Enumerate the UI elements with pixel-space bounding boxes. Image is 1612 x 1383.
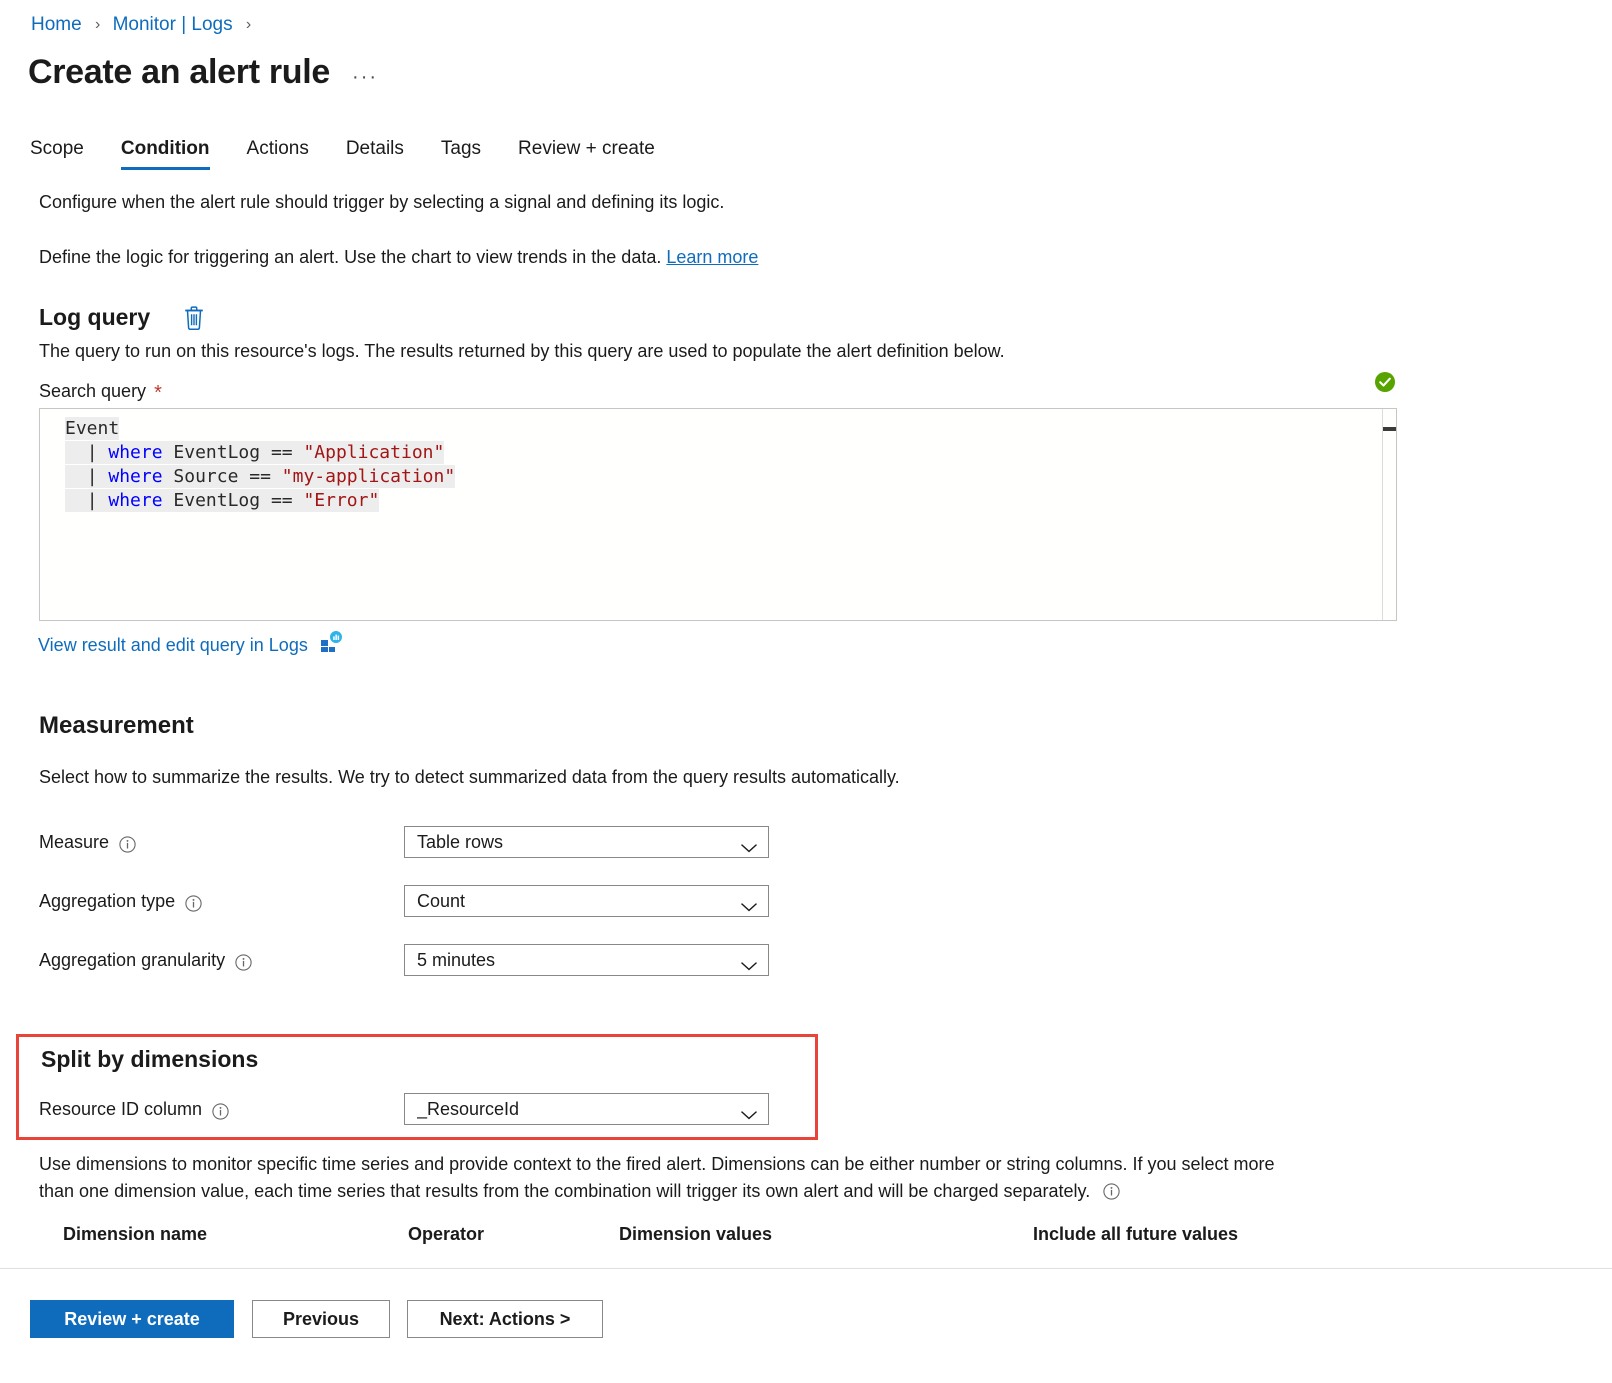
resource-id-column-label: Resource ID column [39,1099,203,1119]
tab-actions[interactable]: Actions [247,138,309,170]
resource-id-column-value: _ResourceId [417,1099,520,1119]
info-icon[interactable] [185,894,202,912]
tab-details[interactable]: Details [346,138,404,170]
code-line-content: | where EventLog == "Error" [65,489,380,512]
column-header-dimension-values: Dimension values [619,1224,773,1244]
intro-text-2-prefix: Define the logic for triggering an alert… [39,247,667,267]
page-content: Home › Monitor | Logs › Create an alert … [0,0,1612,1268]
code-line-3: | where Source == "my-application" [40,465,1396,489]
more-options-button[interactable]: ··· [352,67,378,87]
search-query-editor[interactable]: Event | where EventLog == "Application" … [39,408,1397,621]
tab-scope[interactable]: Scope [30,138,84,170]
aggregation-type-label-wrap: Aggregation type [39,889,404,913]
logs-analytics-icon [320,631,342,653]
editor-collapse-handle[interactable] [1383,427,1396,431]
breadcrumb-separator-icon: › [94,16,101,33]
breadcrumb-separator-icon-2: › [245,16,252,33]
measurement-description: Select how to summarize the results. We … [39,767,900,787]
aggregation-granularity-dropdown[interactable]: 5 minutes [404,944,769,976]
column-header-include-all-future: Include all future values [1033,1224,1239,1244]
aggregation-type-label: Aggregation type [39,891,176,911]
dimensions-description-line1: Use dimensions to monitor specific time … [39,1154,1275,1174]
aggregation-type-value: Count [417,891,466,911]
learn-more-link[interactable]: Learn more [666,247,758,267]
column-header-operator: Operator [408,1224,485,1244]
breadcrumb: Home › Monitor | Logs › [31,12,258,39]
green-check-icon [1375,372,1395,392]
code-line-2: | where EventLog == "Application" [40,441,1396,465]
previous-button[interactable]: Previous [252,1300,390,1338]
intro-text-1: Configure when the alert rule should tri… [39,192,725,212]
dimensions-table-header: Dimension name Operator Dimension values… [39,1222,1379,1256]
dimensions-description-line2-text: than one dimension value, each time seri… [39,1181,1091,1201]
breadcrumb-item-monitor-logs[interactable]: Monitor | Logs [113,14,233,35]
resource-id-column-dropdown[interactable]: _ResourceId [404,1093,769,1125]
info-icon[interactable] [119,835,136,853]
review-create-button[interactable]: Review + create [30,1300,234,1338]
aggregation-granularity-label: Aggregation granularity [39,950,226,970]
split-by-dimensions-heading: Split by dimensions [41,1046,259,1072]
measurement-heading: Measurement [39,712,194,739]
info-icon[interactable] [235,953,252,971]
chevron-down-icon [740,955,758,971]
aggregation-type-dropdown[interactable]: Count [404,885,769,917]
tab-condition[interactable]: Condition [120,138,210,170]
info-icon[interactable] [212,1102,229,1120]
measure-label: Measure [39,832,110,852]
page-title: Create an alert rule [28,53,331,91]
log-query-description: The query to run on this resource's logs… [39,341,1005,361]
tab-review-create[interactable]: Review + create [518,138,655,170]
search-query-label-row: Search query * [39,379,162,404]
aggregation-granularity-row: Aggregation granularity 5 minutes [39,944,1379,976]
code-line-4: | where EventLog == "Error" [40,489,1396,513]
required-marker: * [154,382,162,404]
measure-row: Measure Table rows [39,826,1379,858]
title-row: Create an alert rule ··· [28,50,378,94]
breadcrumb-item-home[interactable]: Home [31,14,82,35]
code-line-1: Event [40,417,1396,441]
column-header-dimension-name: Dimension name [63,1224,208,1244]
resource-id-column-row: Resource ID column _ResourceId [39,1093,1379,1125]
view-result-in-logs-label: View result and edit query in Logs [38,635,308,655]
measure-label-wrap: Measure [39,830,404,854]
tab-bar: Scope Condition Actions Details Tags Rev… [30,128,655,170]
aggregation-type-row: Aggregation type Count [39,885,1379,917]
code-line-content: Event [65,417,120,440]
code-line-content: | where EventLog == "Application" [65,441,445,464]
tab-tags[interactable]: Tags [441,138,481,170]
info-icon[interactable] [1103,1182,1120,1200]
chevron-down-icon [740,837,758,853]
view-result-in-logs-link[interactable]: View result and edit query in Logs [38,631,342,657]
search-query-label: Search query [39,381,147,401]
dimensions-description-line2: than one dimension value, each time seri… [39,1179,1120,1203]
editor-scroll-gutter[interactable] [1382,409,1383,620]
trash-icon[interactable] [181,303,207,331]
chevron-down-icon [740,1104,758,1120]
aggregation-granularity-value: 5 minutes [417,950,496,970]
search-query-code[interactable]: Event | where EventLog == "Application" … [40,409,1396,620]
aggregation-granularity-label-wrap: Aggregation granularity [39,948,404,972]
log-query-heading: Log query [39,304,151,330]
chevron-down-icon [740,896,758,912]
intro-text-2: Define the logic for triggering an alert… [39,245,758,269]
next-actions-button[interactable]: Next: Actions > [407,1300,603,1338]
measure-value: Table rows [417,832,504,852]
code-line-content: | where Source == "my-application" [65,465,456,488]
resource-id-column-label-wrap: Resource ID column [39,1097,404,1121]
measure-dropdown[interactable]: Table rows [404,826,769,858]
footer-bar: Review + create Previous Next: Actions > [0,1268,1612,1383]
